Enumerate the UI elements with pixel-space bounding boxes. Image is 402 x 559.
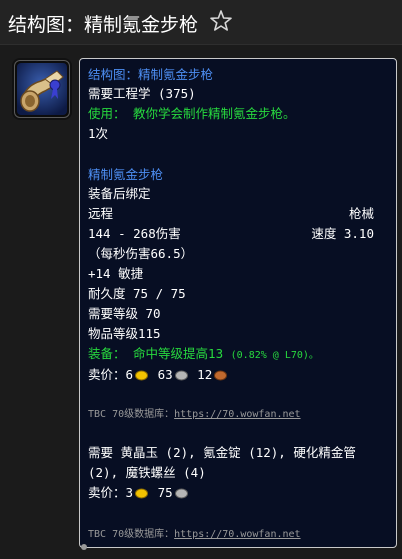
copper-coin-icon [214, 370, 228, 381]
item-stat: +14 敏捷 [88, 266, 144, 281]
reagents-sell-gold: 3 [125, 485, 134, 500]
silver-coin-icon [174, 488, 188, 499]
source-label: TBC 70级数据库： [88, 529, 175, 540]
sell-label: 卖价： [88, 367, 126, 382]
item-speed: 速度 3.10 [311, 226, 374, 241]
source-line-1: TBC 70级数据库：https://70.wowfan.net [88, 407, 301, 423]
silver-coin-icon [174, 370, 188, 381]
reagents-sell-label: 卖价： [88, 485, 126, 500]
item-dps: （每秒伤害66.5） [88, 246, 194, 261]
equip-label: 装备： [88, 346, 126, 361]
scroll-schematic-icon [17, 63, 67, 115]
recipe-name[interactable]: 结构图：精制氪金步枪 [88, 67, 213, 83]
source-link[interactable]: https://70.wowfan.net [174, 529, 300, 540]
page-header: 结构图：精制氪金步枪 [0, 0, 402, 45]
item-level: 物品等级115 [88, 326, 161, 341]
item-sell-price: 卖价：6 63 12 [88, 367, 229, 383]
reagents-line-1: 需要 黄晶玉 (2), 氪金锭 (12), 硬化精金管 [88, 445, 356, 460]
equip-text: 命中等级提高13 [133, 346, 224, 361]
source-link[interactable]: https://70.wowfan.net [174, 409, 300, 420]
item-icon-frame[interactable] [14, 60, 70, 118]
item-bind: 装备后绑定 [88, 186, 151, 201]
source-label: TBC 70级数据库： [88, 409, 175, 420]
item-slot-line: 远程 枪械 [88, 206, 386, 222]
item-required-level: 需要等级 70 [88, 306, 161, 321]
equip-note: (0.82% @ L70)。 [230, 350, 319, 361]
page-title: 结构图：精制氪金步枪 [8, 14, 199, 36]
item-type: 枪械 [348, 206, 374, 221]
item-durability: 耐久度 75 / 75 [88, 286, 186, 301]
sell-copper: 12 [197, 367, 213, 382]
item-name[interactable]: 精制氪金步枪 [88, 167, 163, 183]
recipe-use-line: 使用： 教你学会制作精制氪金步枪。 [88, 106, 296, 122]
reagents-sell-silver: 75 [157, 485, 173, 500]
use-text: 教你学会制作精制氪金步枪。 [133, 106, 296, 121]
reagents-line-2: (2), 魔铁螺丝 (4) [88, 465, 206, 480]
reagents-sell-price: 卖价：3 75 [88, 485, 190, 501]
item-damage-line: 144 - 268伤害 速度 3.10 [88, 226, 386, 242]
sell-gold: 6 [125, 367, 134, 382]
recipe-charges: 1次 [88, 126, 109, 141]
gold-coin-icon [135, 370, 149, 381]
favorite-star-icon[interactable] [208, 8, 234, 34]
item-tooltip: 结构图：精制氪金步枪 需要工程学 (375) 使用： 教你学会制作精制氪金步枪。… [79, 58, 397, 548]
scroll-indicator [81, 544, 87, 550]
gold-coin-icon [135, 488, 149, 499]
recipe-requires-skill: 需要工程学 (375) [88, 86, 196, 101]
item-slot: 远程 [88, 206, 114, 221]
item-damage: 144 - 268伤害 [88, 226, 181, 241]
use-label: 使用： [88, 106, 126, 121]
source-line-2: TBC 70级数据库：https://70.wowfan.net [88, 527, 301, 543]
item-equip-line: 装备： 命中等级提高13 (0.82% @ L70)。 [88, 346, 319, 364]
sell-silver: 63 [157, 367, 173, 382]
